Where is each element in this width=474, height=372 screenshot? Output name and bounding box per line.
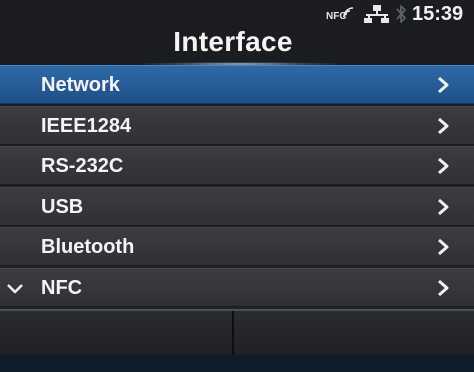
- page-title: Interface: [173, 26, 293, 57]
- menu-item-label: RS-232C: [41, 155, 124, 177]
- menu-item-bluetooth[interactable]: Bluetooth: [0, 227, 474, 266]
- chevron-right-icon: [438, 238, 449, 256]
- chevron-right-icon: [438, 279, 449, 296]
- nfc-icon: NFC: [326, 6, 356, 24]
- chevron-right-icon: [438, 157, 449, 175]
- menu-item-network[interactable]: Network: [0, 65, 474, 104]
- status-bar: NFC 15:39: [0, 0, 474, 28]
- bluetooth-icon: [396, 5, 406, 23]
- menu-item-label: NFC: [41, 276, 83, 299]
- chevron-right-icon: [438, 76, 449, 94]
- chevron-right-icon: [438, 117, 449, 134]
- bottom-strip: [0, 355, 474, 372]
- right-function-button[interactable]: [234, 311, 474, 355]
- menu-item-label: Bluetooth: [41, 236, 135, 258]
- function-button-bar: [0, 309, 474, 355]
- menu-item-rs232c[interactable]: RS-232C: [0, 146, 474, 185]
- menu-item-label: USB: [41, 195, 84, 218]
- chevron-down-icon[interactable]: [6, 281, 24, 295]
- menu-item-label: IEEE1284: [41, 114, 132, 137]
- menu-item-ieee1284[interactable]: IEEE1284: [0, 105, 474, 145]
- clock: 15:39: [412, 3, 464, 25]
- menu-item-usb[interactable]: USB: [0, 186, 474, 226]
- chevron-right-icon: [438, 198, 449, 215]
- left-function-button[interactable]: [0, 311, 232, 355]
- menu-item-nfc[interactable]: NFC: [0, 267, 474, 307]
- network-icon: [364, 5, 389, 23]
- menu-list: Network IEEE1284 RS-232C USB Bluetooth N…: [0, 65, 474, 308]
- menu-item-label: Network: [41, 74, 120, 96]
- printer-screen: NFC 15:39 Interface Network IEEE1284 RS-…: [0, 0, 474, 372]
